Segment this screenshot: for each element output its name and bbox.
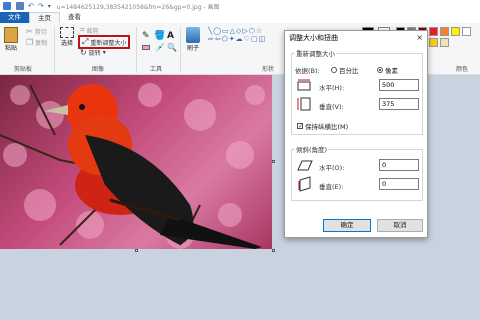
skew-section-label: 倾斜(角度) [295,144,329,154]
shapes-group-label: 形状 [262,66,275,73]
canvas-resize-handle-right[interactable] [272,160,275,163]
pixels-radio[interactable]: 像素 [377,65,398,75]
vertical-input[interactable] [379,98,419,110]
select-button[interactable]: 选择 [60,27,74,47]
color-swatch[interactable] [429,27,438,36]
color-swatch[interactable] [429,38,438,47]
window-title: u=1484625129,3835421058&fm=26&gp=0.jpg -… [56,3,220,11]
canvas-resize-handle-bottom[interactable] [135,249,138,252]
by-label: 依据(B): [295,67,320,75]
resize-icon: ⤢ [82,37,89,46]
color-swatch[interactable] [440,27,449,36]
clipboard-group-label: 剪贴板 [14,66,33,73]
copy-button[interactable]: ❐ 复制 [26,38,47,47]
ribbon-tabs: 文件 主页 查看 [0,12,480,23]
title-bar: ↶ ↷ ▾ u=1484625129,3835421058&fm=26&gp=0… [0,0,480,12]
color-picker-icon[interactable]: 💉 [155,43,165,52]
tools-group-label: 工具 [150,66,163,73]
skew-vertical-label: 垂直(E): [319,183,344,191]
scarlet-tanager-image [0,83,265,249]
quick-access-dropdown-icon[interactable]: ▾ [48,3,51,10]
group-divider [54,27,55,73]
skew-horizontal-label: 水平(O): [319,164,345,172]
shapes-icon: ╲◯▭△◇▷⬡☆ ⇨⇦⬠✦☁♡▢◫ [208,27,267,43]
pencil-icon[interactable]: ✎ [142,31,150,41]
horizontal-input[interactable] [379,79,419,91]
color-swatch[interactable] [451,27,460,36]
resize-section-label: 重新调整大小 [295,48,336,58]
group-divider [136,27,137,73]
brushes-button[interactable]: 刷子 [186,27,200,52]
tab-file[interactable]: 文件 [0,12,29,23]
scissors-icon: ✂ [26,27,33,36]
dialog-title-bar: 调整大小和扭曲 × [285,31,427,45]
tab-home[interactable]: 主页 [29,12,60,23]
dialog-title: 调整大小和扭曲 [289,34,338,42]
brush-icon [186,27,200,43]
skew-group [291,149,423,201]
copy-icon: ❐ [26,38,34,47]
text-icon[interactable]: A [167,31,174,41]
shapes-gallery[interactable]: ╲◯▭△◇▷⬡☆ ⇨⇦⬠✦☁♡▢◫ [208,27,270,51]
percent-radio-dot [331,67,337,73]
magnifier-icon[interactable]: 🔍 [167,43,177,52]
tab-view[interactable]: 查看 [60,12,89,23]
rotate-icon: ↻ [80,48,87,57]
color-swatch[interactable] [462,27,471,36]
fill-icon[interactable]: 🪣 [154,31,165,41]
select-rect-icon [60,27,74,38]
cancel-button[interactable]: 取消 [377,219,423,232]
keep-aspect-checkbox[interactable]: ✓ 保持纵横比(M) [297,121,348,131]
undo-icon[interactable]: ↶ [28,2,34,10]
rotate-button[interactable]: ↻ 旋转 ▾ [80,48,106,57]
vertical-resize-icon [297,97,311,111]
chevron-down-icon: ▾ [102,49,106,56]
skew-vertical-input[interactable] [379,178,419,190]
resize-skew-dialog: 调整大小和扭曲 × 重新调整大小 依据(B): 百分比 像素 水平(H): 垂直… [284,30,428,238]
colors-group-label: 颜色 [456,66,469,73]
skew-horizontal-icon [297,160,313,171]
eraser-icon[interactable] [142,45,150,50]
paint-app-icon [3,2,11,10]
percent-radio[interactable]: 百分比 [331,65,359,75]
canvas-resize-handle-corner[interactable] [272,249,275,252]
save-icon[interactable] [16,2,24,10]
pixels-radio-dot [377,67,383,73]
redo-icon[interactable]: ↷ [38,2,44,10]
ok-button[interactable]: 确定 [323,219,371,232]
bird-photo[interactable] [0,75,272,249]
cut-button[interactable]: ✂ 剪切 [26,27,47,36]
color-swatch[interactable] [440,38,449,47]
paste-icon [4,27,18,43]
resize-button[interactable]: ⤢ 重新调整大小 [78,35,131,49]
paste-button[interactable]: 粘贴 [4,27,18,52]
image-group-label: 图像 [92,66,105,73]
horizontal-label: 水平(H): [319,84,345,92]
horizontal-resize-icon [297,79,311,91]
close-icon[interactable]: × [416,31,423,45]
crop-button[interactable]: ⌗ 裁剪 [80,25,99,35]
vertical-label: 垂直(V): [319,103,344,111]
check-icon: ✓ [297,123,304,130]
group-divider [180,27,181,73]
skew-horizontal-input[interactable] [379,159,419,171]
skew-vertical-icon [298,176,311,192]
crop-icon: ⌗ [80,25,85,34]
